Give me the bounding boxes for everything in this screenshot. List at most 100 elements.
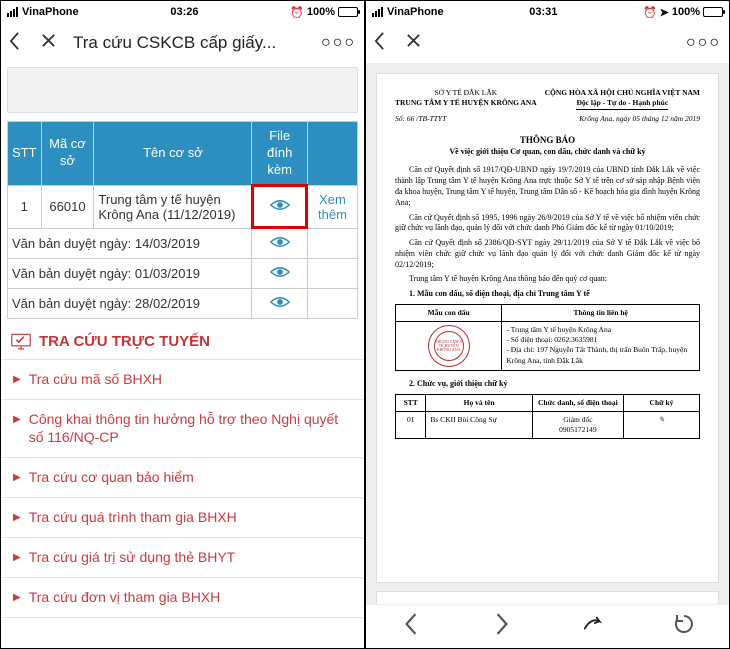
caret-icon: ▶	[13, 591, 21, 605]
link-text[interactable]: Công khai thông tin hưởng hỗ trợ theo Ng…	[29, 410, 352, 448]
battery-icon	[703, 7, 723, 17]
th-stt: STT	[396, 395, 426, 412]
battery-percent: 100%	[672, 6, 700, 18]
close-icon[interactable]	[406, 33, 424, 53]
left-body: STT Mã cơ sở Tên cơ sở File đính kèm 1 6…	[1, 63, 364, 648]
th-stamp: Mẫu con dấu	[396, 305, 502, 322]
cell-file[interactable]	[252, 185, 307, 228]
list-item[interactable]: ▶ Tra cứu đơn vị tham gia BHXH	[1, 578, 364, 618]
link-text[interactable]: Tra cứu mã số BHXH	[29, 370, 162, 389]
link-text[interactable]: Tra cứu cơ quan bảo hiểm	[29, 468, 194, 487]
col-extra	[307, 122, 357, 186]
titlebar: Tra cứu CSKCB cấp giấy... ○○○	[1, 23, 364, 63]
cell-stt: 01	[396, 412, 426, 439]
left-screen: VinaPhone 03:26 ⏰ 100% Tra cứu CSKCB cấp…	[0, 0, 365, 649]
doc-title: THÔNG BÁO	[395, 134, 700, 146]
list-item[interactable]: ▶ Tra cứu giá trị sử dụng thẻ BHYT	[1, 538, 364, 578]
more-icon[interactable]: ○○○	[686, 34, 721, 52]
carrier-label: VinaPhone	[22, 6, 79, 18]
col-stt: STT	[8, 122, 42, 186]
nav-back-icon[interactable]	[400, 613, 422, 640]
right-screen: VinaPhone 03:31 ⏰ ➤ 100% ○○○ SỞ Y TẾ ĐẮK…	[365, 0, 730, 649]
link-text[interactable]: Tra cứu đơn vị tham gia BHXH	[29, 588, 221, 607]
doc-org1: SỞ Y TẾ ĐẮK LẮK	[395, 88, 537, 98]
cell-pos: Giám đốc 0905172149	[532, 412, 623, 439]
cell-stt: 1	[8, 185, 42, 228]
caret-icon: ▶	[13, 471, 21, 485]
status-time: 03:31	[444, 6, 643, 18]
status-bar: VinaPhone 03:26 ⏰ 100%	[1, 1, 364, 23]
signal-icon	[372, 7, 383, 17]
doc-motto: Độc lập - Tự do - Hạnh phúc	[576, 98, 668, 110]
doc-paragraph: Căn cứ Quyết định số 2386/QĐ-SYT ngày 29…	[395, 238, 700, 270]
list-item[interactable]: ▶ Công khai thông tin hưởng hỗ trợ theo N…	[1, 400, 364, 459]
back-icon[interactable]	[9, 32, 27, 55]
col-ma: Mã cơ sở	[41, 122, 94, 186]
search-placeholder-box[interactable]	[7, 67, 358, 113]
stamp-icon: TRUNG TÂM Y TẾ HUYỆN KRÔNG ANA	[428, 325, 470, 367]
approval-text: Văn bản duyệt ngày: 14/03/2019	[8, 228, 252, 258]
approval-row: Văn bản duyệt ngày: 28/02/2019	[8, 288, 358, 318]
table-row: 01 Bs CKII Bùi Công Sự Giám đốc 09051721…	[396, 412, 700, 439]
signal-icon	[7, 7, 18, 17]
caret-icon: ▶	[13, 373, 21, 387]
close-icon[interactable]	[41, 33, 59, 53]
doc-org2: TRUNG TÂM Y TẾ HUYỆN KRÔNG ANA	[395, 98, 537, 108]
cell-name: Bs CKII Bùi Công Sự	[426, 412, 532, 439]
approval-row: Văn bản duyệt ngày: 01/03/2019	[8, 258, 358, 288]
page-title: Tra cứu CSKCB cấp giấy...	[73, 33, 307, 53]
list-item[interactable]: ▶ Tra cứu quá trình tham gia BHXH	[1, 498, 364, 538]
cell-xem[interactable]: Xem thêm	[307, 185, 357, 228]
contact-line: - Số điện thoại: 0262.3635981	[506, 335, 695, 345]
back-icon[interactable]	[374, 32, 392, 55]
contact-cell: - Trung tâm Y tế huyện Krông Ana - Số đi…	[502, 322, 700, 371]
link-text[interactable]: Tra cứu giá trị sử dụng thẻ BHYT	[29, 548, 236, 567]
doc-heading: 1. Mẫu con dấu, số điện thoại, địa chỉ T…	[395, 289, 700, 300]
cell-file[interactable]	[252, 228, 307, 258]
location-icon: ➤	[660, 6, 669, 19]
contact-line: - Trung tâm Y tế huyện Krông Ana	[506, 325, 695, 335]
titlebar: ○○○	[366, 23, 729, 63]
list-item[interactable]: ▶ Tra cứu mã số BHXH	[1, 360, 364, 400]
approval-row: Văn bản duyệt ngày: 14/03/2019	[8, 228, 358, 258]
th-name: Họ và tên	[426, 395, 532, 412]
bottom-toolbar	[366, 604, 729, 648]
view-more-link[interactable]: Xem thêm	[318, 192, 347, 222]
cell-ten: Trung tâm y tế huyện Krông Ana (11/12/20…	[94, 185, 252, 228]
nav-forward-icon[interactable]	[491, 613, 513, 640]
battery-icon	[338, 7, 358, 17]
alarm-icon: ⏰	[643, 6, 657, 19]
document-viewport[interactable]: SỞ Y TẾ ĐẮK LẮK TRUNG TÂM Y TẾ HUYỆN KRÔ…	[366, 63, 729, 604]
doc-heading: 2. Chức vụ, giới thiệu chữ ký	[395, 379, 700, 390]
next-page-peek	[376, 591, 719, 604]
stamp-contact-table: Mẫu con dấu Thông tin liên hệ TRUNG TÂM …	[395, 304, 700, 371]
doc-number: Số: 66 /TB-TTYT	[395, 114, 446, 124]
th-pos: Chức danh, số điện thoại	[532, 395, 623, 412]
th-sig: Chữ ký	[623, 395, 699, 412]
list-item[interactable]: ▶ Tra cứu cơ quan bảo hiểm	[1, 458, 364, 498]
caret-icon: ▶	[13, 511, 21, 525]
status-time: 03:26	[79, 6, 291, 18]
th-contact: Thông tin liên hệ	[502, 305, 700, 322]
signature-icon: ✎	[658, 415, 664, 424]
eye-icon[interactable]	[270, 267, 290, 282]
eye-icon[interactable]	[270, 200, 290, 215]
quick-links-list: ▶ Tra cứu mã số BHXH ▶ Công khai thông tin…	[1, 359, 364, 618]
cell-file[interactable]	[252, 288, 307, 318]
monitor-check-icon	[11, 333, 31, 351]
reload-icon[interactable]	[673, 613, 695, 640]
share-icon[interactable]	[582, 613, 604, 640]
link-text[interactable]: Tra cứu quá trình tham gia BHXH	[29, 508, 237, 527]
contact-line: - Địa chỉ: 197 Nguyễn Tất Thành, thị trấ…	[506, 345, 695, 365]
cell-file[interactable]	[252, 258, 307, 288]
doc-paragraph: Trung tâm Y tế huyện Krông Ana thông báo…	[395, 274, 700, 285]
doc-placedate: Krông Ana, ngày 05 tháng 12 năm 2019	[579, 114, 700, 124]
status-bar: VinaPhone 03:31 ⏰ ➤ 100%	[366, 1, 729, 23]
carrier-label: VinaPhone	[387, 6, 444, 18]
more-icon[interactable]: ○○○	[321, 34, 356, 52]
battery-percent: 100%	[307, 6, 335, 18]
caret-icon: ▶	[13, 413, 21, 427]
caret-icon: ▶	[13, 551, 21, 565]
eye-icon[interactable]	[270, 297, 290, 312]
eye-icon[interactable]	[270, 237, 290, 252]
